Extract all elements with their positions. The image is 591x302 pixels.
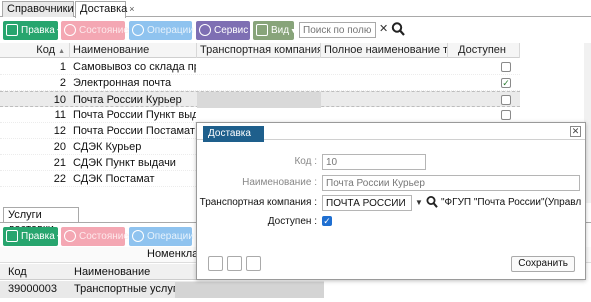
column-header-name[interactable]: Наименование (70, 43, 197, 58)
bottom-operations-button-label: Операции (147, 231, 194, 242)
row-code: 22 (53, 173, 66, 185)
row-code: 1 (59, 61, 66, 73)
close-icon[interactable]: ✕ (570, 126, 581, 137)
table-row[interactable]: 2 Электронная почта ✓ (0, 75, 520, 91)
row-code: 20 (53, 141, 66, 153)
search-input[interactable] (299, 22, 376, 38)
delivery-edit-dialog: Доставка ✕ Код : Наименование : Транспор… (196, 122, 586, 280)
save-button[interactable]: Сохранить (511, 256, 575, 272)
column-header-code[interactable]: Код ▲ (0, 43, 70, 58)
status-circle-icon (64, 230, 76, 242)
services-column-code[interactable]: Код (8, 264, 27, 280)
row-name: Почта России Постамат (73, 125, 195, 137)
services-row-gray-cell (175, 282, 324, 298)
transport-company-full-name: "ФГУП "Почта России"(Управлен... (441, 197, 581, 208)
search-icon[interactable] (426, 195, 438, 209)
available-checkbox[interactable] (501, 95, 511, 105)
services-row-code: 39000003 (8, 283, 57, 295)
bottom-edit-button[interactable]: Правка▼ (3, 227, 63, 246)
tab-delivery-services[interactable]: Услуги доставки (3, 207, 79, 235)
dialog-titlebar: Доставка ✕ (197, 123, 585, 142)
main-tab-strip: Справочники Доставка × (0, 0, 591, 18)
table-row[interactable]: 10 Почта России Курьер (0, 91, 520, 108)
code-label: Код : (294, 156, 317, 167)
sort-ascending-icon: ▲ (58, 48, 65, 55)
state-button[interactable]: Состояние▼ (61, 21, 137, 40)
service-button-label: Сервис (214, 25, 249, 36)
row-code: 2 (59, 77, 66, 89)
search-icon[interactable] (391, 21, 405, 37)
available-checkbox[interactable] (501, 110, 511, 120)
operations-button[interactable]: Операции▼ (129, 21, 202, 40)
footer-action-3-button[interactable] (246, 256, 261, 271)
edit-button[interactable]: Правка▼ (3, 21, 63, 40)
row-name: СДЭК Курьер (73, 141, 142, 153)
row-name: Самовывоз со склада про... (73, 61, 196, 73)
view-button[interactable]: Вид▼ (253, 21, 298, 40)
table-row[interactable]: 11 Почта России Пункт выдачи (0, 107, 520, 123)
services-column-name[interactable]: Наименование (74, 264, 150, 280)
view-button-label: Вид (271, 25, 290, 36)
tab-directories-label: Справочники (7, 3, 74, 15)
chevron-down-icon[interactable]: ▼ (415, 198, 423, 207)
row-code: 12 (53, 125, 66, 137)
grid-icon (256, 24, 268, 36)
bottom-operations-button[interactable]: Операции▼ (129, 227, 202, 246)
tab-delivery[interactable]: Доставка × (75, 1, 135, 18)
state-button-label: Состояние (79, 25, 129, 36)
transport-company-label: Транспортная компания : (199, 197, 317, 208)
bottom-state-button[interactable]: Состояние▼ (61, 227, 137, 246)
row-code: 10 (53, 94, 66, 106)
footer-action-2-button[interactable] (227, 256, 242, 271)
row-name: Почта России Курьер (73, 94, 182, 106)
edit-button-label: Правка (21, 25, 55, 36)
clear-search-icon[interactable]: ✕ (379, 22, 388, 35)
refresh-icon (132, 24, 144, 36)
chevron-down-icon: ▼ (290, 28, 298, 35)
column-header-code-label: Код (36, 44, 55, 56)
footer-action-1-button[interactable] (208, 256, 223, 271)
name-label: Наименование : (242, 177, 317, 188)
row-code: 21 (53, 157, 66, 169)
main-toolbar: Правка▼ Состояние▼ Операции▼ Сервис▼ Вид… (0, 20, 591, 42)
pencil-icon (6, 230, 18, 242)
close-icon[interactable]: × (129, 4, 134, 14)
name-field[interactable] (322, 175, 580, 191)
status-circle-icon (64, 24, 76, 36)
refresh-icon (132, 230, 144, 242)
column-header-full-name[interactable]: Полное наименование тр... (321, 43, 448, 58)
service-button[interactable]: Сервис▼ (196, 21, 256, 40)
code-field[interactable] (322, 154, 426, 170)
row-name: Почта России Пункт выдачи (73, 109, 196, 121)
bottom-state-button-label: Состояние (79, 231, 129, 242)
grid-header: Код ▲ Наименование Транспортная компания… (0, 43, 520, 58)
dialog-title: Доставка (203, 126, 264, 142)
tab-delivery-label: Доставка (80, 3, 128, 15)
row-name: СДЭК Пункт выдачи (73, 157, 176, 169)
row-name: СДЭК Постамат (73, 173, 155, 185)
gear-icon (199, 24, 211, 36)
available-label: Доступен : (267, 216, 317, 227)
services-row-name: Транспортные услуги (74, 283, 184, 295)
tab-directories[interactable]: Справочники (2, 1, 74, 17)
row-code: 11 (54, 109, 66, 121)
available-checkbox[interactable]: ✓ (501, 78, 511, 88)
column-header-transport[interactable]: Транспортная компания (197, 43, 321, 58)
available-checkbox[interactable]: ✓ (322, 216, 332, 226)
table-row[interactable]: 1 Самовывоз со склада про... (0, 59, 520, 75)
transport-company-field[interactable] (322, 195, 412, 211)
operations-button-label: Операции (147, 25, 194, 36)
pencil-icon (6, 24, 18, 36)
row-transport-cell (197, 92, 321, 108)
column-header-available[interactable]: Доступен (448, 43, 520, 58)
bottom-edit-button-label: Правка (21, 231, 55, 242)
row-name: Электронная почта (73, 77, 172, 89)
available-checkbox[interactable] (501, 62, 511, 72)
